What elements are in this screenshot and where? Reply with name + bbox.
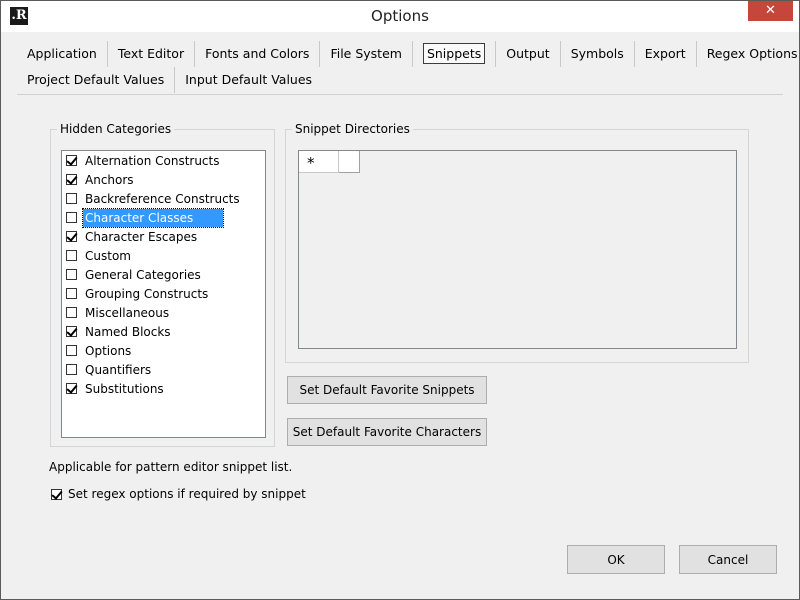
list-item[interactable]: Options xyxy=(66,341,133,360)
tab-symbols[interactable]: Symbols xyxy=(561,41,635,67)
snippet-directories-group: Snippet Directories * xyxy=(285,121,749,363)
list-item[interactable]: Grouping Constructs xyxy=(66,284,210,303)
applicability-note: Applicable for pattern editor snippet li… xyxy=(49,460,293,474)
tab-text-editor[interactable]: Text Editor xyxy=(108,41,196,67)
category-label: Named Blocks xyxy=(85,324,171,339)
list-item[interactable]: Character Classes xyxy=(66,207,224,228)
regex-options-row[interactable]: Set regex options if required by snippet xyxy=(51,487,306,501)
hidden-categories-group: Hidden Categories Alternation Constructs… xyxy=(50,121,275,447)
category-checkbox[interactable] xyxy=(66,155,77,166)
category-checkbox[interactable] xyxy=(66,326,77,337)
category-checkbox[interactable] xyxy=(66,364,77,375)
directory-cell-input[interactable] xyxy=(339,151,360,173)
category-label-selected: Character Classes xyxy=(82,207,224,228)
tab-file-system[interactable]: File System xyxy=(320,41,413,67)
tab-strip-row-1: Application Text Editor Fonts and Colors… xyxy=(17,41,800,67)
category-label: Backreference Constructs xyxy=(85,191,240,206)
list-item[interactable]: Anchors xyxy=(66,170,136,189)
category-label: Alternation Constructs xyxy=(85,153,220,168)
new-row-marker: * xyxy=(299,151,339,173)
list-item[interactable]: Alternation Constructs xyxy=(66,151,222,170)
category-checkbox[interactable] xyxy=(66,231,77,242)
list-item[interactable]: Substitutions xyxy=(66,379,166,398)
category-label: Character Escapes xyxy=(85,229,198,244)
list-item[interactable]: Character Escapes xyxy=(66,227,199,246)
list-item[interactable]: Backreference Constructs xyxy=(66,189,242,208)
category-label: General Categories xyxy=(85,267,201,282)
hidden-categories-list[interactable]: Alternation Constructs Anchors Backrefer… xyxy=(61,150,266,438)
dialog-client-area: Application Text Editor Fonts and Colors… xyxy=(9,32,798,593)
tab-snippets[interactable]: Snippets xyxy=(413,41,497,67)
title-bar[interactable]: .R Options ✕ xyxy=(1,1,799,32)
tab-strip-row-2: Project Default Values Input Default Val… xyxy=(17,67,322,93)
list-item[interactable]: Named Blocks xyxy=(66,322,173,341)
cancel-button[interactable]: Cancel xyxy=(679,545,777,574)
category-checkbox[interactable] xyxy=(66,288,77,299)
list-item[interactable]: Custom xyxy=(66,246,133,265)
tab-application[interactable]: Application xyxy=(17,41,108,67)
category-checkbox[interactable] xyxy=(66,250,77,261)
category-label: Quantifiers xyxy=(85,362,152,377)
close-button[interactable]: ✕ xyxy=(748,1,793,21)
regex-options-checkbox[interactable] xyxy=(51,488,62,500)
hidden-categories-label: Hidden Categories xyxy=(57,121,175,137)
snippet-directories-grid[interactable]: * xyxy=(298,150,737,349)
list-item[interactable]: Quantifiers xyxy=(66,360,153,379)
set-default-favorite-characters-button[interactable]: Set Default Favorite Characters xyxy=(287,418,487,446)
category-label: Grouping Constructs xyxy=(85,286,209,301)
snippets-tab-page: Hidden Categories Alternation Constructs… xyxy=(17,94,783,593)
options-window: .R Options ✕ Application Text Editor Fon… xyxy=(0,0,800,600)
category-checkbox[interactable] xyxy=(66,212,77,223)
snippet-directories-label: Snippet Directories xyxy=(292,121,413,137)
category-label: Custom xyxy=(85,248,131,263)
set-default-favorite-snippets-button[interactable]: Set Default Favorite Snippets xyxy=(287,376,487,404)
category-label: Miscellaneous xyxy=(85,305,170,320)
regex-options-label: Set regex options if required by snippet xyxy=(68,487,306,501)
category-checkbox[interactable] xyxy=(66,174,77,185)
tab-project-default-values[interactable]: Project Default Values xyxy=(17,67,176,93)
tab-snippets-label: Snippets xyxy=(422,43,486,64)
category-label: Substitutions xyxy=(85,381,164,396)
tab-input-default-values[interactable]: Input Default Values xyxy=(175,67,322,93)
tab-output[interactable]: Output xyxy=(496,41,561,67)
category-checkbox[interactable] xyxy=(66,269,77,280)
category-checkbox[interactable] xyxy=(66,345,77,356)
category-checkbox[interactable] xyxy=(66,193,77,204)
category-checkbox[interactable] xyxy=(66,307,77,318)
ok-button[interactable]: OK xyxy=(567,545,665,574)
tab-regex-options[interactable]: Regex Options xyxy=(697,41,800,67)
category-checkbox[interactable] xyxy=(66,383,77,394)
tab-fonts-and-colors[interactable]: Fonts and Colors xyxy=(195,41,321,67)
category-label: Options xyxy=(85,343,132,358)
list-item[interactable]: Miscellaneous xyxy=(66,303,171,322)
tab-export[interactable]: Export xyxy=(635,41,697,67)
window-title: Options xyxy=(371,7,429,25)
category-label: Anchors xyxy=(85,172,134,187)
list-item[interactable]: General Categories xyxy=(66,265,203,284)
